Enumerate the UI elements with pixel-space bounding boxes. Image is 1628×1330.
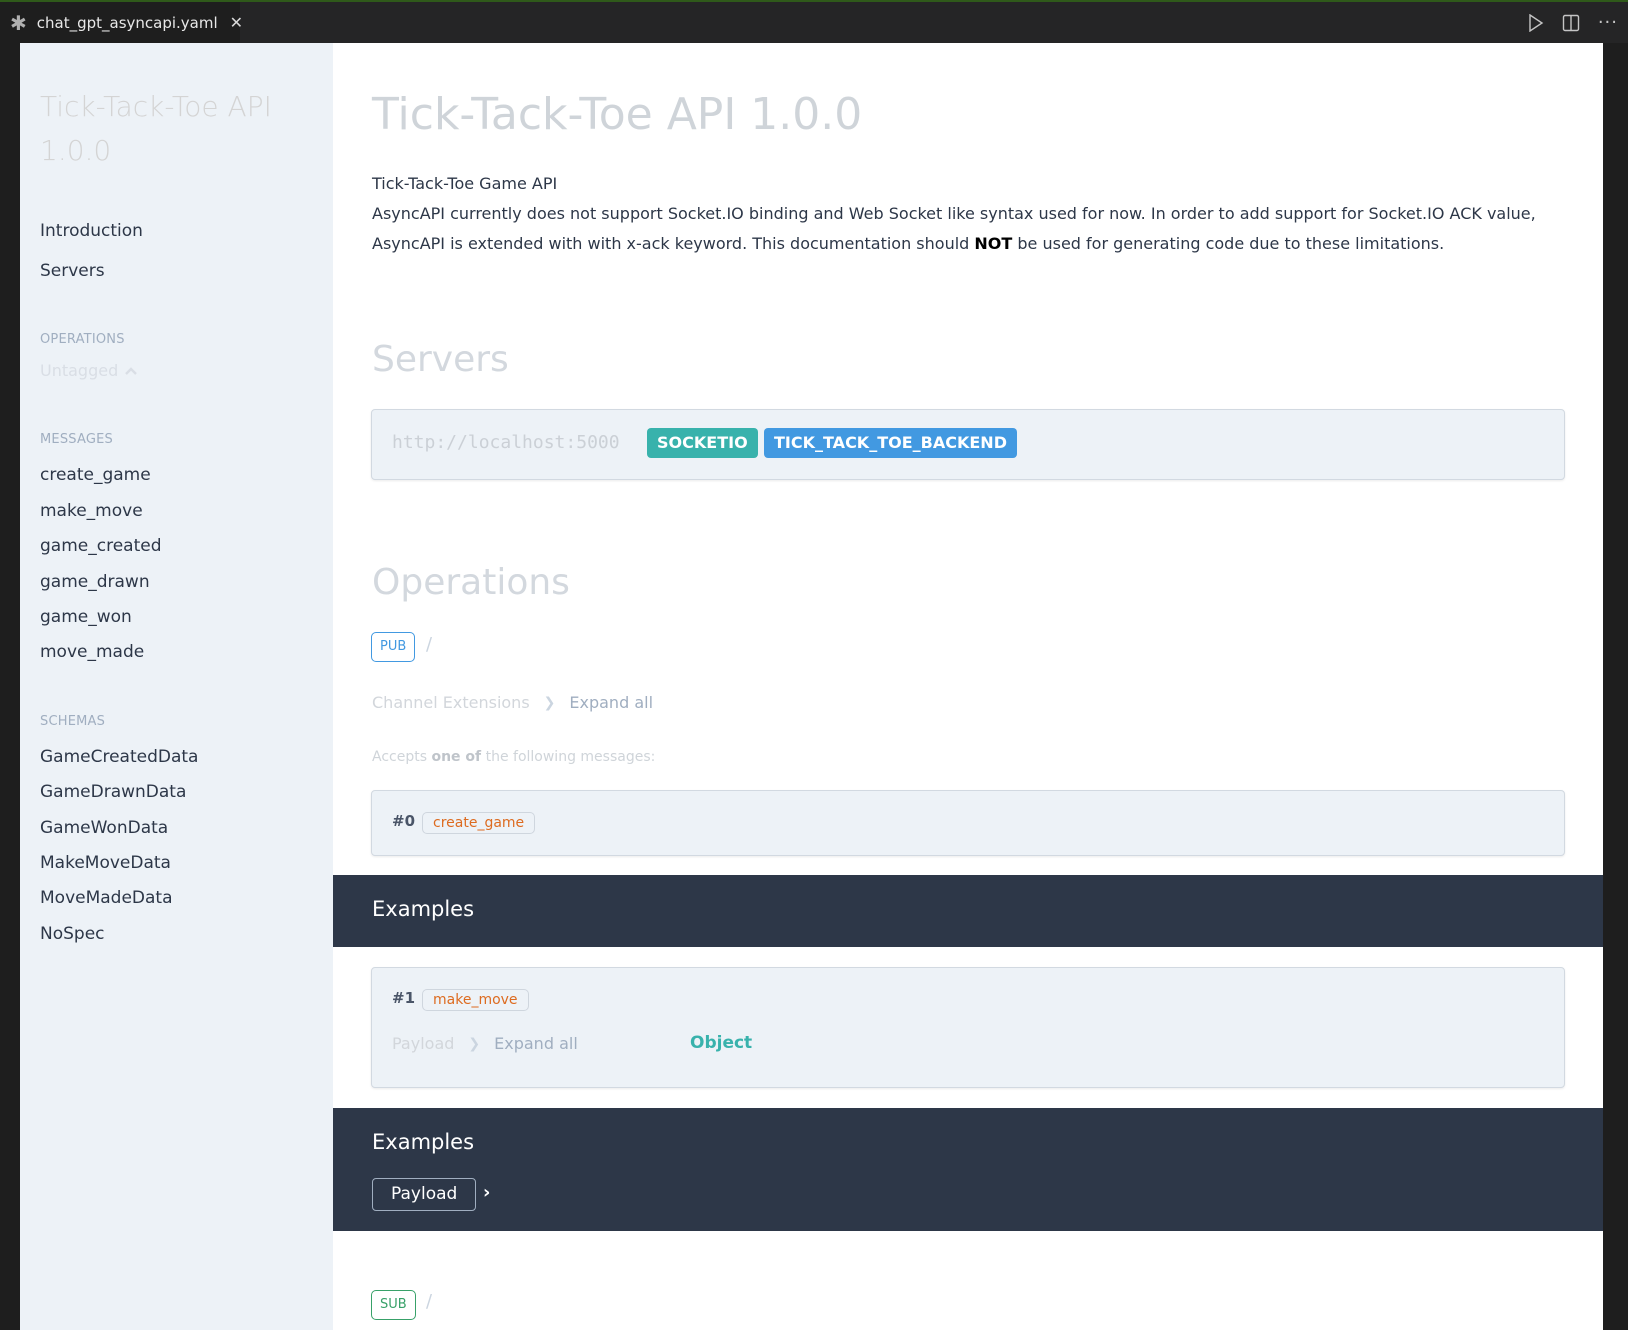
servers-heading: Servers — [372, 339, 509, 380]
sidebar-schema-game-won-data[interactable]: GameWonData — [40, 818, 168, 838]
chevron-right-icon: ❯ — [543, 694, 556, 711]
message-card-1: #1 make_move Payload ❯ Expand all Object — [371, 967, 1565, 1088]
payload-type: Object — [690, 1033, 753, 1053]
sidebar-message-make-move[interactable]: make_move — [40, 501, 143, 521]
sub-channel-name: / — [426, 1291, 433, 1312]
editor-actions: ··· — [1528, 2, 1618, 43]
accepts-before: Accepts — [372, 749, 432, 765]
message-name-create-game[interactable]: create_game — [422, 812, 536, 834]
message-number: #0 — [392, 812, 416, 830]
accepts-after: the following messages: — [481, 749, 656, 765]
examples-title: Examples — [372, 897, 475, 921]
close-icon[interactable]: ✕ — [230, 13, 243, 32]
chevron-right-icon[interactable]: › — [483, 1182, 490, 1203]
message-name-make-move[interactable]: make_move — [422, 989, 529, 1011]
sidebar-schema-make-move-data[interactable]: MakeMoveData — [40, 853, 171, 873]
intro-line-3-before: AsyncAPI is extended with with x-ack key… — [372, 234, 975, 253]
server-name-badge: TICK_TACK_TOE_BACKEND — [764, 428, 1017, 458]
sidebar: Tick-Tack-Toe API 1.0.0 Introduction Ser… — [20, 43, 333, 1330]
messages-heading: MESSAGES — [40, 432, 113, 447]
untagged-label: Untagged — [40, 361, 119, 380]
sidebar-title: Tick-Tack-Toe API 1.0.0 — [40, 85, 300, 173]
sidebar-item-servers[interactable]: Servers — [40, 261, 105, 281]
sidebar-title-version: 1.0.0 — [40, 134, 112, 167]
examples-section-2: Examples Payload › — [333, 1108, 1603, 1231]
run-icon[interactable] — [1528, 13, 1544, 32]
operations-heading: OPERATIONS — [40, 332, 125, 347]
server-card: http://localhost:5000 SOCKETIO TICK_TACK… — [371, 409, 1565, 480]
message-card-0: #0 create_game — [371, 790, 1565, 856]
message-number: #1 — [392, 989, 416, 1007]
sidebar-schema-move-made-data[interactable]: MoveMadeData — [40, 888, 173, 908]
editor-tab-bar: ✱ chat_gpt_asyncapi.yaml ✕ ··· — [0, 2, 1628, 43]
page-title: Tick-Tack-Toe API 1.0.0 — [372, 89, 863, 140]
scrollbar-gutter[interactable] — [1603, 43, 1628, 1330]
more-actions-icon[interactable]: ··· — [1598, 12, 1618, 33]
protocol-badge: SOCKETIO — [647, 428, 758, 458]
pub-channel-name: / — [426, 634, 433, 655]
payload-example-button[interactable]: Payload — [372, 1178, 477, 1211]
channel-extensions-row: Channel Extensions ❯ Expand all — [372, 693, 653, 712]
examples-title: Examples — [372, 1130, 475, 1154]
modified-asterisk-icon: ✱ — [10, 10, 27, 35]
split-editor-icon[interactable] — [1562, 14, 1580, 32]
introduction-text: Tick-Tack-Toe Game API AsyncAPI currentl… — [372, 169, 1552, 259]
tab-title: chat_gpt_asyncapi.yaml — [36, 13, 218, 32]
untagged-toggle[interactable]: Untagged — [40, 361, 138, 380]
sidebar-message-game-drawn[interactable]: game_drawn — [40, 572, 150, 592]
accepts-text: Accepts one of the following messages: — [372, 749, 655, 765]
server-url: http://localhost:5000 — [392, 432, 620, 453]
sidebar-schema-game-created-data[interactable]: GameCreatedData — [40, 747, 198, 767]
examples-section-1: Examples — [333, 875, 1603, 947]
operations-heading: Operations — [372, 562, 570, 603]
chevron-right-icon: ❯ — [468, 1035, 481, 1052]
channel-extensions-expand-all[interactable]: Expand all — [569, 693, 653, 712]
sidebar-message-create-game[interactable]: create_game — [40, 465, 151, 485]
intro-line-3: AsyncAPI is extended with with x-ack key… — [372, 229, 1552, 259]
sidebar-message-game-won[interactable]: game_won — [40, 607, 132, 627]
intro-bold-not: NOT — [974, 234, 1013, 253]
accepts-bold: one of — [431, 749, 482, 765]
intro-line-2: AsyncAPI currently does not support Sock… — [372, 204, 1536, 223]
chevron-up-icon — [125, 366, 138, 375]
main-content: Tick-Tack-Toe API 1.0.0 Tick-Tack-Toe Ga… — [333, 43, 1603, 1330]
payload-expand-all[interactable]: Expand all — [494, 1034, 578, 1053]
intro-line-1: Tick-Tack-Toe Game API — [372, 174, 558, 193]
editor-tab[interactable]: ✱ chat_gpt_asyncapi.yaml ✕ — [0, 2, 243, 43]
sidebar-message-game-created[interactable]: game_created — [40, 536, 161, 556]
schemas-heading: SCHEMAS — [40, 714, 106, 729]
channel-extensions-label: Channel Extensions — [372, 693, 530, 712]
sidebar-item-introduction[interactable]: Introduction — [40, 221, 143, 241]
sidebar-title-name: Tick-Tack-Toe API — [40, 90, 272, 123]
sidebar-schema-nospec[interactable]: NoSpec — [40, 924, 105, 944]
pub-badge: PUB — [371, 632, 416, 662]
intro-line-3-after: be used for generating code due to these… — [1012, 234, 1445, 253]
sidebar-schema-game-drawn-data[interactable]: GameDrawnData — [40, 782, 186, 802]
payload-label: Payload — [392, 1034, 455, 1053]
payload-row: Payload ❯ Expand all — [392, 1034, 578, 1053]
sub-badge: SUB — [371, 1290, 416, 1320]
sidebar-message-move-made[interactable]: move_made — [40, 642, 144, 662]
